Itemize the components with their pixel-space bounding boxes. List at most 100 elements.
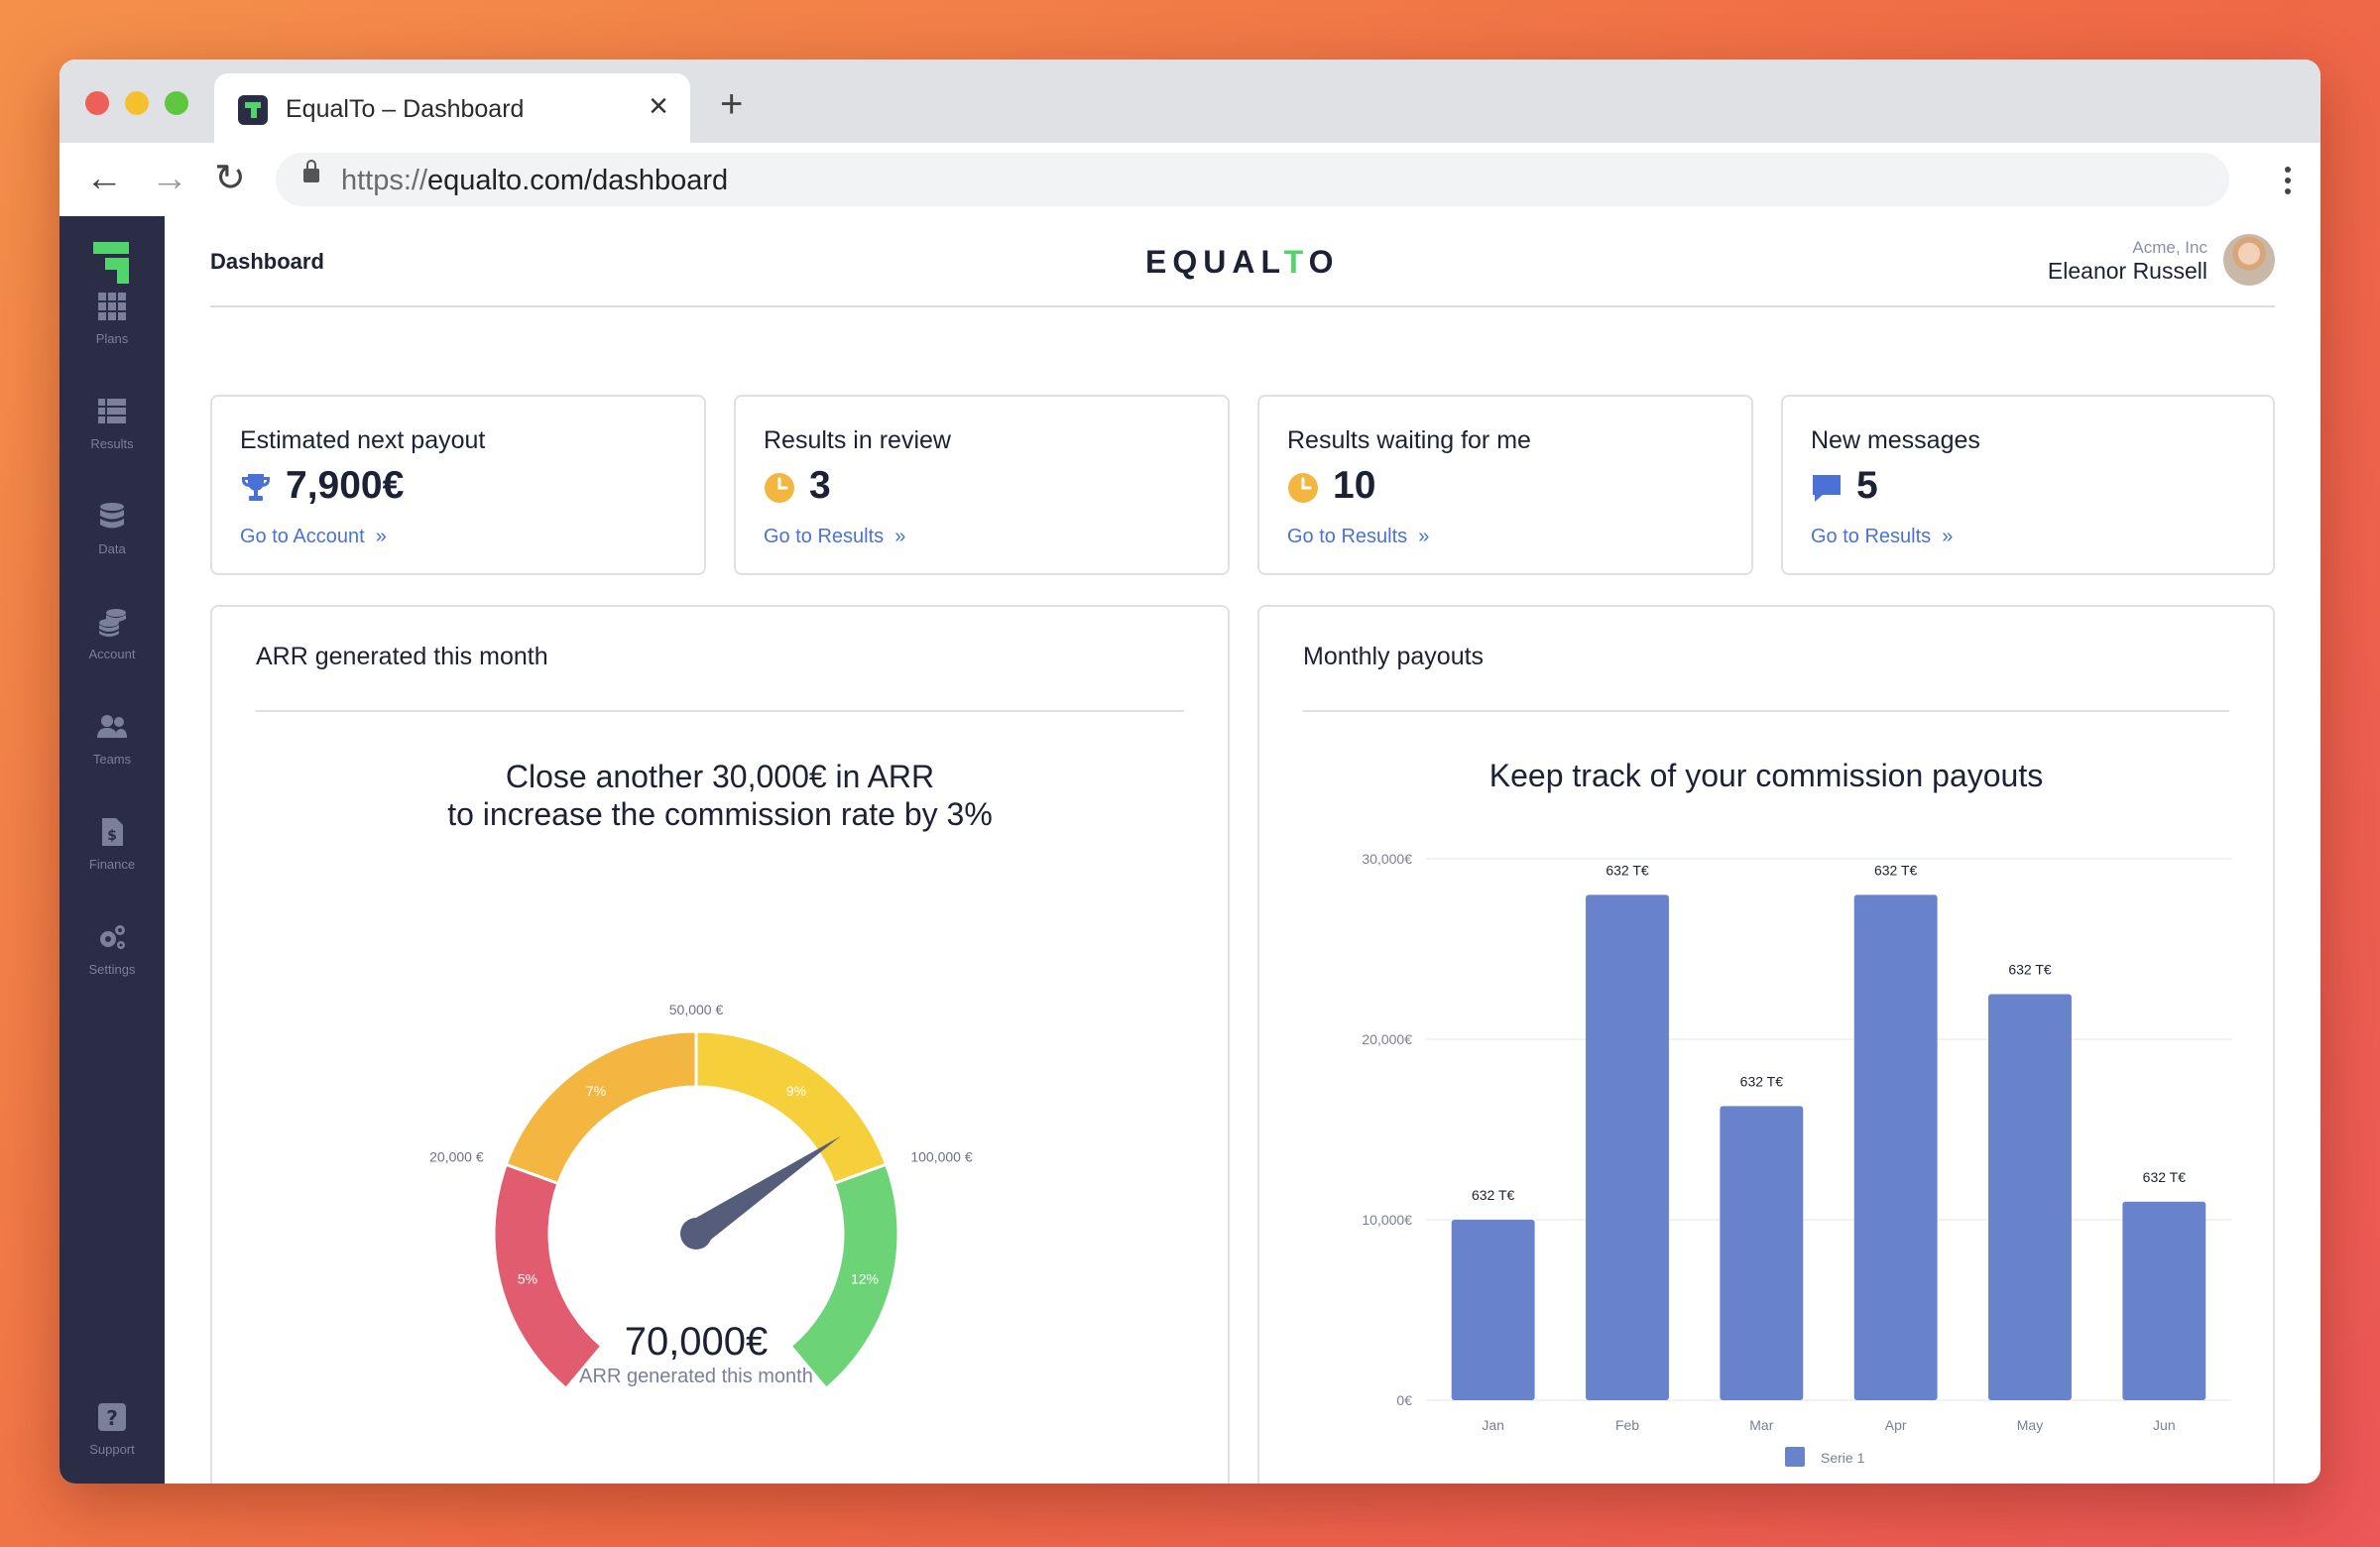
gauge-needle [688,1135,841,1246]
y-tick-label: 0€ [1396,1392,1412,1408]
table-icon [97,397,127,426]
bar-data-label: 632 T€ [2008,962,2052,978]
bar-data-label: 632 T€ [1874,862,1918,878]
stat-card-waiting: Results waiting for me 10 Go to Results … [1257,395,1753,575]
avatar[interactable] [2223,234,2275,286]
payouts-bar-chart: 0€ 10,000€ 20,000€ 30,000€ 632 T€ Jan 632 T€ Fe… [1362,851,2231,1467]
gauge-segment [504,1029,698,1186]
bar[interactable] [1586,894,1669,1400]
main-content: Dashboard EQUALTO Acme, Inc Eleanor Russ… [165,216,2320,1484]
stat-card-payout: Estimated next payout 7,900€ Go to Accou… [210,395,706,575]
sidebar-item-label: Data [98,541,126,556]
clock-icon [1287,472,1319,504]
payouts-panel: Monthly payouts Keep track of your commi… [1257,605,2275,1484]
minimize-window-button[interactable] [125,91,149,115]
tab-close-icon[interactable]: × [649,89,668,123]
go-to-results-link[interactable]: Go to Results » [1287,526,1429,548]
user-name[interactable]: Eleanor Russell [2048,258,2207,285]
bar[interactable] [2122,1201,2206,1400]
x-tick-label: Jun [2153,1417,2176,1433]
page-title: Dashboard [210,249,324,274]
bar[interactable] [1720,1106,1804,1400]
reload-icon[interactable]: ↻ [214,155,246,202]
x-tick-label: Mar [1749,1417,1773,1433]
address-bar[interactable]: https://equalto.com/dashboard [276,153,2229,206]
forward-arrow-icon[interactable]: → [151,155,188,202]
coins-icon [97,607,127,637]
brand-logo[interactable]: EQUALTO [1145,244,1339,281]
sidebar-item-settings[interactable]: Settings [60,922,165,1002]
bar[interactable] [1451,1220,1535,1400]
bar-data-label: 632 T€ [2143,1169,2187,1185]
stat-title: New messages [1811,426,1980,454]
maximize-window-button[interactable] [165,91,188,115]
arr-gauge: 5% 7% 9% 12% 0 € 20,000 € 50,000 € 100,000 € 70,… [429,1002,973,1400]
gauge-value: 70,000€ [625,1320,769,1364]
gauge-needle-hub [680,1218,712,1250]
divider [1303,710,2229,712]
bar-data-label: 632 T€ [1472,1187,1515,1203]
chat-icon [1811,472,1843,504]
gauge-message: Close another 30,000€ in ARR to increase… [447,759,993,832]
stat-title: Results in review [764,426,951,454]
sidebar-item-support[interactable]: ? Support [60,1402,165,1482]
sidebar-item-teams[interactable]: Teams [60,712,165,791]
bar[interactable] [1853,894,1938,1400]
gauge-segment-label: 9% [786,1083,806,1099]
gauge-tick-label: 50,000 € [669,1002,724,1017]
panel-title: Monthly payouts [1303,643,1485,670]
x-tick-label: Feb [1615,1417,1639,1433]
y-tick-label: 20,000€ [1362,1031,1412,1047]
page-header: Dashboard EQUALTO Acme, Inc Eleanor Russ… [210,216,2275,307]
clock-icon [764,472,795,504]
stat-title: Results waiting for me [1287,426,1531,454]
bar-data-label: 632 T€ [1740,1073,1784,1089]
sidebar-item-plans[interactable]: Plans [60,292,165,371]
gauge-tick-label: 100,000 € [910,1149,972,1165]
new-tab-icon[interactable]: + [720,84,743,124]
legend-swatch [1785,1447,1805,1467]
database-icon [97,502,127,532]
panel-title: ARR generated this month [256,643,548,670]
sidebar-item-finance[interactable]: $ Finance [60,817,165,896]
bar[interactable] [1988,994,2072,1401]
invoice-icon: $ [97,817,127,847]
y-tick-label: 30,000€ [1362,851,1412,867]
sidebar-item-account[interactable]: Account [60,607,165,686]
gauge-caption: ARR generated this month [579,1366,813,1387]
go-to-results-link[interactable]: Go to Results » [1811,526,1953,548]
grid-icon [97,292,127,321]
sidebar-item-label: Teams [92,752,132,767]
legend-label: Serie 1 [1821,1450,1865,1466]
x-tick-label: Jan [1482,1417,1504,1433]
y-tick-label: 10,000€ [1362,1212,1412,1228]
go-to-account-link[interactable]: Go to Account » [240,526,387,548]
address-toolbar: ← → ↻ https://equalto.com/dashboard [60,143,2320,217]
back-arrow-icon[interactable]: ← [85,155,123,202]
sidebar-item-results[interactable]: Results [60,397,165,476]
go-to-results-link[interactable]: Go to Results » [764,526,905,548]
tab-title: EqualTo – Dashboard [286,95,525,123]
sidebar-item-data[interactable]: Data [60,502,165,581]
stat-card-in-review: Results in review 3 Go to Results » [734,395,1230,575]
gauge-segment-label: 7% [586,1083,606,1099]
url-text[interactable]: https://equalto.com/dashboard [341,165,728,197]
chart-heading: Keep track of your commission payouts [1488,758,2044,793]
close-window-button[interactable] [85,91,109,115]
stat-card-messages: New messages 5 Go to Results » [1781,395,2275,575]
svg-text:?: ? [106,1406,118,1430]
stat-value: 7,900€ [286,464,405,507]
stat-value: 5 [1856,464,1878,507]
gauge-segment-label: 12% [851,1271,879,1287]
sidebar-item-label: Settings [88,962,136,977]
arr-panel: ARR generated this month Close another 3… [210,605,1230,1484]
stat-value: 3 [809,464,831,507]
equalto-logo-icon[interactable] [93,242,129,284]
trophy-icon [240,472,272,504]
stat-value: 10 [1333,464,1376,507]
gauge-segment [492,1162,604,1391]
lock-icon [303,160,319,182]
browser-menu-icon[interactable] [2285,167,2291,173]
gauge-tick-label: 0 € [527,1397,546,1400]
browser-tab[interactable]: EqualTo – Dashboard × [214,73,690,143]
